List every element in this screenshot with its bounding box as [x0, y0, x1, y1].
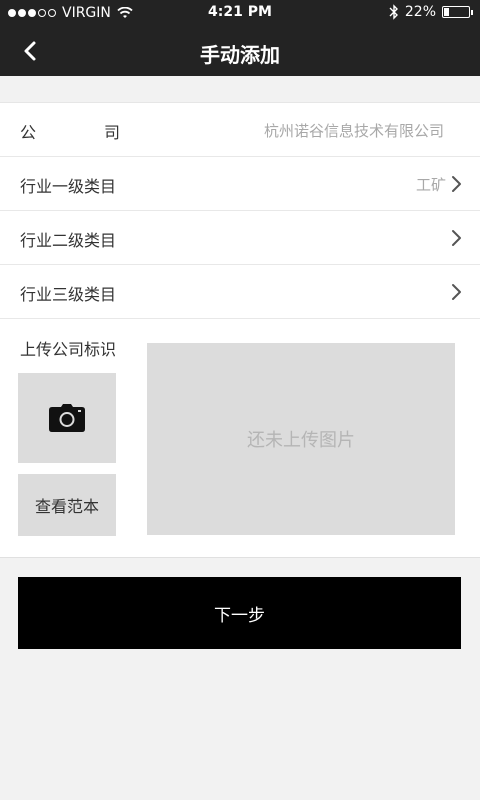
- chevron-right-icon: [452, 176, 461, 192]
- industry-level2-row[interactable]: 行业二级类目: [0, 211, 480, 265]
- industry-level1-value: 工矿: [415, 176, 446, 194]
- upload-camera-button[interactable]: [18, 373, 116, 463]
- company-row[interactable]: 公司 杭州诺谷信息技术有限公司: [0, 103, 480, 157]
- chevron-right-icon: [452, 230, 461, 246]
- logo-preview-placeholder: 还未上传图片: [147, 343, 455, 535]
- upload-logo-title: 上传公司标识: [20, 340, 117, 359]
- view-sample-button[interactable]: 查看范本: [18, 474, 116, 536]
- nav-bar: 手动添加: [0, 26, 480, 76]
- industry-level1-row[interactable]: 行业一级类目 工矿: [0, 157, 480, 211]
- battery-level: [444, 8, 450, 16]
- page-title: 手动添加: [200, 43, 280, 67]
- industry-level1-label: 行业一级类目: [20, 177, 117, 196]
- status-bar: VIRGIN 4:21 PM 22%: [0, 0, 480, 26]
- next-step-button[interactable]: 下一步: [18, 577, 461, 649]
- form-card: 公司 杭州诺谷信息技术有限公司 行业一级类目 工矿 行业二级类目 行业三级类目 …: [0, 102, 480, 558]
- chevron-right-icon: [452, 284, 461, 300]
- industry-level3-label: 行业三级类目: [20, 285, 117, 304]
- bluetooth-icon: [389, 4, 398, 20]
- battery-percent: 22%: [404, 4, 436, 20]
- company-value: 杭州诺谷信息技术有限公司: [263, 122, 444, 140]
- camera-icon: [49, 404, 85, 432]
- battery-icon: [442, 6, 473, 18]
- industry-level2-label: 行业二级类目: [20, 231, 117, 250]
- company-label: 公司: [20, 123, 121, 142]
- industry-level3-row[interactable]: 行业三级类目: [0, 265, 480, 319]
